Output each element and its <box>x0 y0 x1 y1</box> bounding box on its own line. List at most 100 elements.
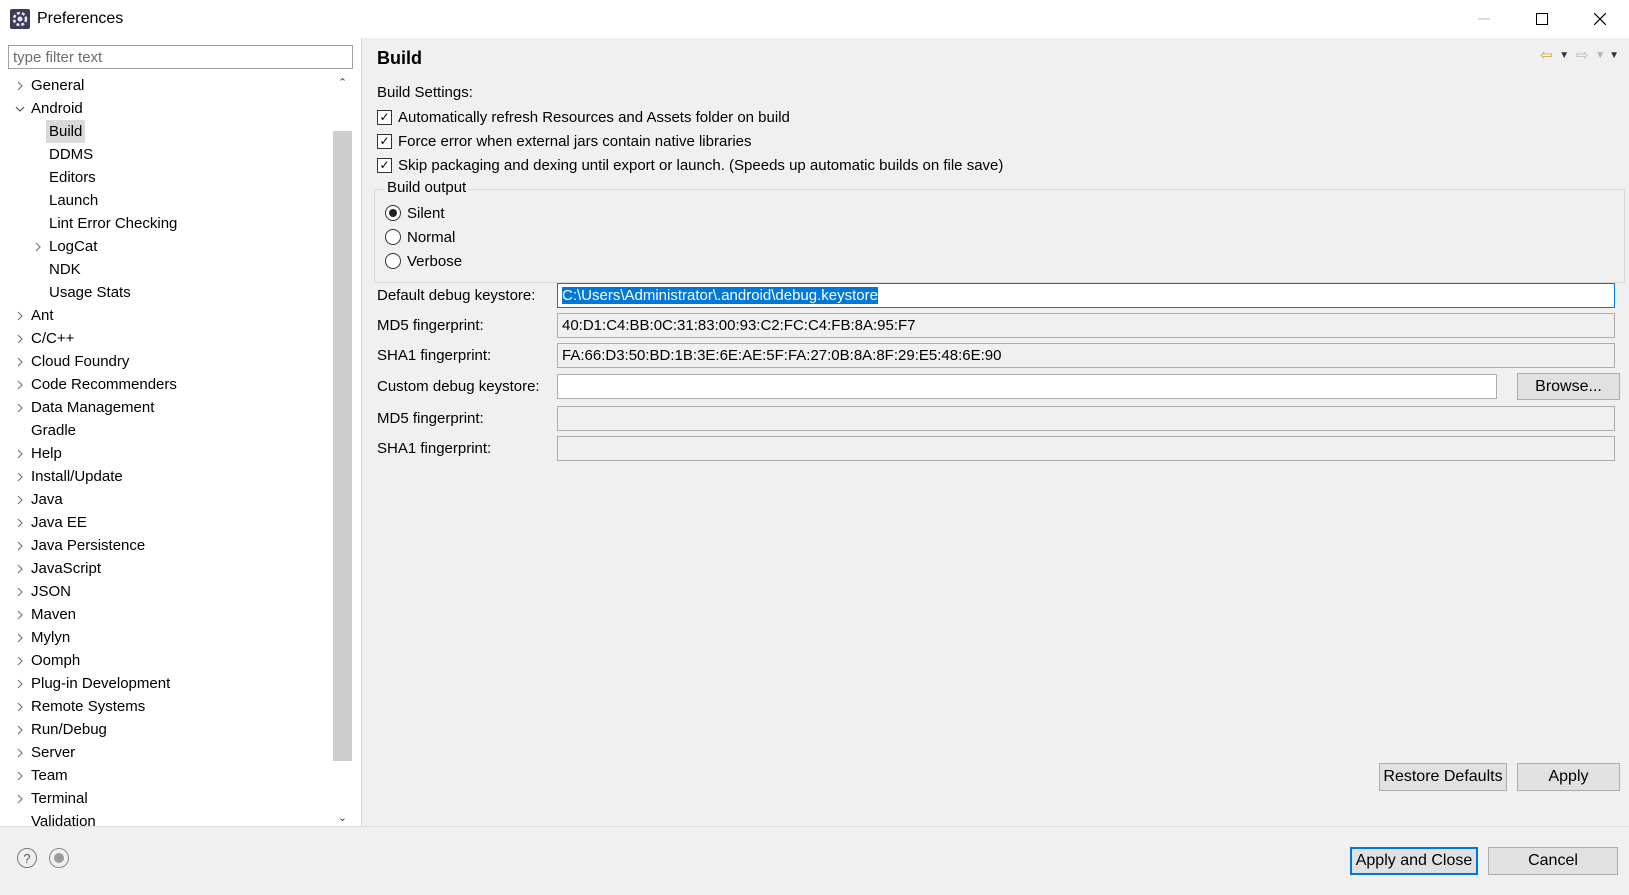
tree-item[interactable]: Plug-in Development <box>0 672 333 695</box>
chevron-right-icon[interactable] <box>14 695 26 718</box>
tree-item[interactable]: Android <box>0 97 333 120</box>
tree-item[interactable]: Build <box>0 120 333 143</box>
tree-item[interactable]: Server <box>0 741 333 764</box>
tree-item[interactable]: Launch <box>0 189 333 212</box>
maximize-icon[interactable] <box>1513 0 1571 38</box>
tree-item[interactable]: Maven <box>0 603 333 626</box>
force-error-checkbox-row[interactable]: ✓ Force error when external jars contain… <box>377 130 752 152</box>
chevron-right-icon[interactable] <box>14 764 26 787</box>
minimize-icon[interactable] <box>1455 0 1513 38</box>
tree-item[interactable]: Help <box>0 442 333 465</box>
radio-normal[interactable]: Normal <box>385 226 455 248</box>
chevron-right-icon[interactable] <box>14 718 26 741</box>
chevron-right-icon[interactable] <box>32 235 44 258</box>
tree-item[interactable]: JavaScript <box>0 557 333 580</box>
tree-item[interactable]: Remote Systems <box>0 695 333 718</box>
chevron-right-icon[interactable] <box>14 626 26 649</box>
tree-item[interactable]: General <box>0 74 333 97</box>
tree-item[interactable]: Run/Debug <box>0 718 333 741</box>
tree-item-label: Usage Stats <box>49 284 131 301</box>
close-icon[interactable] <box>1571 0 1629 38</box>
back-dropdown-icon[interactable]: ▼ <box>1559 50 1569 61</box>
chevron-right-icon[interactable] <box>14 511 26 534</box>
tree-item[interactable]: C/C++ <box>0 327 333 350</box>
chevron-right-icon[interactable] <box>14 350 26 373</box>
checkbox[interactable]: ✓ <box>377 109 392 125</box>
chevron-right-icon[interactable] <box>14 74 26 97</box>
radio-button[interactable] <box>385 229 401 245</box>
tree-item[interactable]: NDK <box>0 258 333 281</box>
tree-item[interactable]: Cloud Foundry <box>0 350 333 373</box>
chevron-right-icon[interactable] <box>14 649 26 672</box>
cancel-button[interactable]: Cancel <box>1488 847 1618 875</box>
tree-item[interactable]: Java Persistence <box>0 534 333 557</box>
radio-verbose[interactable]: Verbose <box>385 250 462 272</box>
filter-input[interactable] <box>8 45 353 69</box>
tree-item[interactable]: Java EE <box>0 511 333 534</box>
tree-item[interactable]: JSON <box>0 580 333 603</box>
scroll-up-icon[interactable]: ⌃ <box>333 74 352 91</box>
tree-item[interactable]: Oomph <box>0 649 333 672</box>
chevron-right-icon[interactable] <box>14 396 26 419</box>
checkbox[interactable]: ✓ <box>377 133 392 149</box>
skip-packaging-checkbox-row[interactable]: ✓ Skip packaging and dexing until export… <box>377 154 1003 176</box>
preference-page: Build ⇦ ▼ ⇨ ▼ ▼ Build Settings: ✓ Automa… <box>364 38 1629 826</box>
apply-and-close-button[interactable]: Apply and Close <box>1350 847 1478 875</box>
custom-keystore-field[interactable] <box>557 374 1497 399</box>
chevron-right-icon[interactable] <box>14 373 26 396</box>
tree-item[interactable]: Usage Stats <box>0 281 333 304</box>
tree-item[interactable]: Gradle <box>0 419 333 442</box>
tree-item[interactable]: Lint Error Checking <box>0 212 333 235</box>
tree-item[interactable]: Data Management <box>0 396 333 419</box>
custom-sha1-field[interactable] <box>557 436 1615 461</box>
auto-refresh-checkbox-row[interactable]: ✓ Automatically refresh Resources and As… <box>377 106 790 128</box>
radio-silent[interactable]: Silent <box>385 202 445 224</box>
forward-arrow-icon[interactable]: ⇨ <box>1573 46 1591 64</box>
record-icon[interactable] <box>49 848 69 868</box>
apply-button[interactable]: Apply <box>1517 763 1620 791</box>
title-bar: Preferences <box>0 0 1629 38</box>
tree-item[interactable]: LogCat <box>0 235 333 258</box>
custom-md5-field[interactable] <box>557 406 1615 431</box>
tree-scrollbar[interactable]: ⌃ ⌄ <box>333 74 352 826</box>
chevron-right-icon[interactable] <box>14 557 26 580</box>
chevron-right-icon[interactable] <box>14 787 26 810</box>
radio-button[interactable] <box>385 205 401 221</box>
tree-item[interactable]: Validation <box>0 810 333 826</box>
chevron-down-icon[interactable] <box>14 97 26 120</box>
chevron-right-icon[interactable] <box>14 304 26 327</box>
tree-item[interactable]: Mylyn <box>0 626 333 649</box>
chevron-right-icon[interactable] <box>14 741 26 764</box>
chevron-right-icon[interactable] <box>14 465 26 488</box>
tree-item[interactable]: DDMS <box>0 143 333 166</box>
radio-button[interactable] <box>385 253 401 269</box>
md5-field[interactable]: 40:D1:C4:BB:0C:31:83:00:93:C2:FC:C4:FB:8… <box>557 313 1615 338</box>
tree-item[interactable]: Ant <box>0 304 333 327</box>
chevron-right-icon[interactable] <box>14 580 26 603</box>
tree-item[interactable]: Code Recommenders <box>0 373 333 396</box>
view-menu-icon[interactable]: ▼ <box>1609 50 1619 61</box>
tree-item[interactable]: Terminal <box>0 787 333 810</box>
tree-item-label: Team <box>31 767 68 784</box>
chevron-right-icon[interactable] <box>14 442 26 465</box>
default-keystore-field[interactable]: C:\Users\Administrator\.android\debug.ke… <box>557 283 1615 308</box>
checkbox[interactable]: ✓ <box>377 157 392 173</box>
chevron-right-icon[interactable] <box>14 534 26 557</box>
chevron-right-icon[interactable] <box>14 327 26 350</box>
back-arrow-icon[interactable]: ⇦ <box>1537 46 1555 64</box>
tree-item[interactable]: Install/Update <box>0 465 333 488</box>
browse-button[interactable]: Browse... <box>1517 373 1620 400</box>
sha1-field[interactable]: FA:66:D3:50:BD:1B:3E:6E:AE:5F:FA:27:0B:8… <box>557 343 1615 368</box>
restore-defaults-button[interactable]: Restore Defaults <box>1379 763 1507 791</box>
scroll-thumb[interactable] <box>333 131 352 761</box>
tree-item[interactable]: Team <box>0 764 333 787</box>
tree-item[interactable]: Java <box>0 488 333 511</box>
tree-item[interactable]: Editors <box>0 166 333 189</box>
help-icon[interactable]: ? <box>17 848 37 868</box>
chevron-right-icon[interactable] <box>14 603 26 626</box>
tree-item-label: Oomph <box>31 652 81 669</box>
chevron-right-icon[interactable] <box>14 488 26 511</box>
forward-dropdown-icon[interactable]: ▼ <box>1595 50 1605 61</box>
scroll-down-icon[interactable]: ⌄ <box>333 809 352 826</box>
chevron-right-icon[interactable] <box>14 672 26 695</box>
